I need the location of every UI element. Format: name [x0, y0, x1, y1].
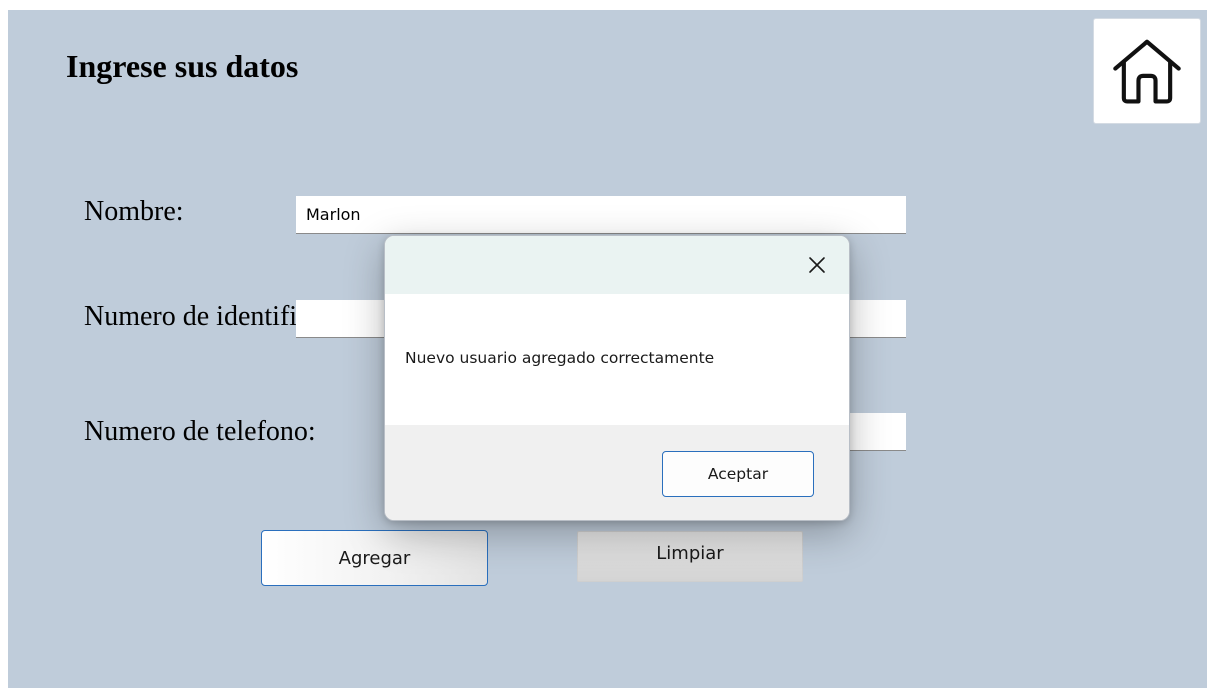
close-icon — [809, 257, 825, 273]
limpiar-button[interactable]: Limpiar — [577, 531, 803, 582]
dialog-close-button[interactable] — [797, 250, 837, 280]
telefono-label: Numero de telefono: — [84, 416, 316, 447]
dialog-body: Nuevo usuario agregado correctamente — [385, 294, 849, 425]
dialog-message: Nuevo usuario agregado correctamente — [405, 349, 715, 367]
nombre-input[interactable]: Marlon — [296, 196, 906, 234]
home-icon — [1113, 39, 1181, 104]
agregar-button[interactable]: Agregar — [261, 530, 488, 586]
dialog-footer: Aceptar — [385, 425, 849, 520]
aceptar-button[interactable]: Aceptar — [662, 451, 814, 497]
message-dialog: Nuevo usuario agregado correctamente Ace… — [384, 235, 850, 521]
nombre-label: Nombre: — [84, 196, 184, 227]
dialog-titlebar — [385, 236, 849, 294]
page-title: Ingrese sus datos — [66, 48, 299, 84]
home-button[interactable] — [1093, 18, 1201, 124]
